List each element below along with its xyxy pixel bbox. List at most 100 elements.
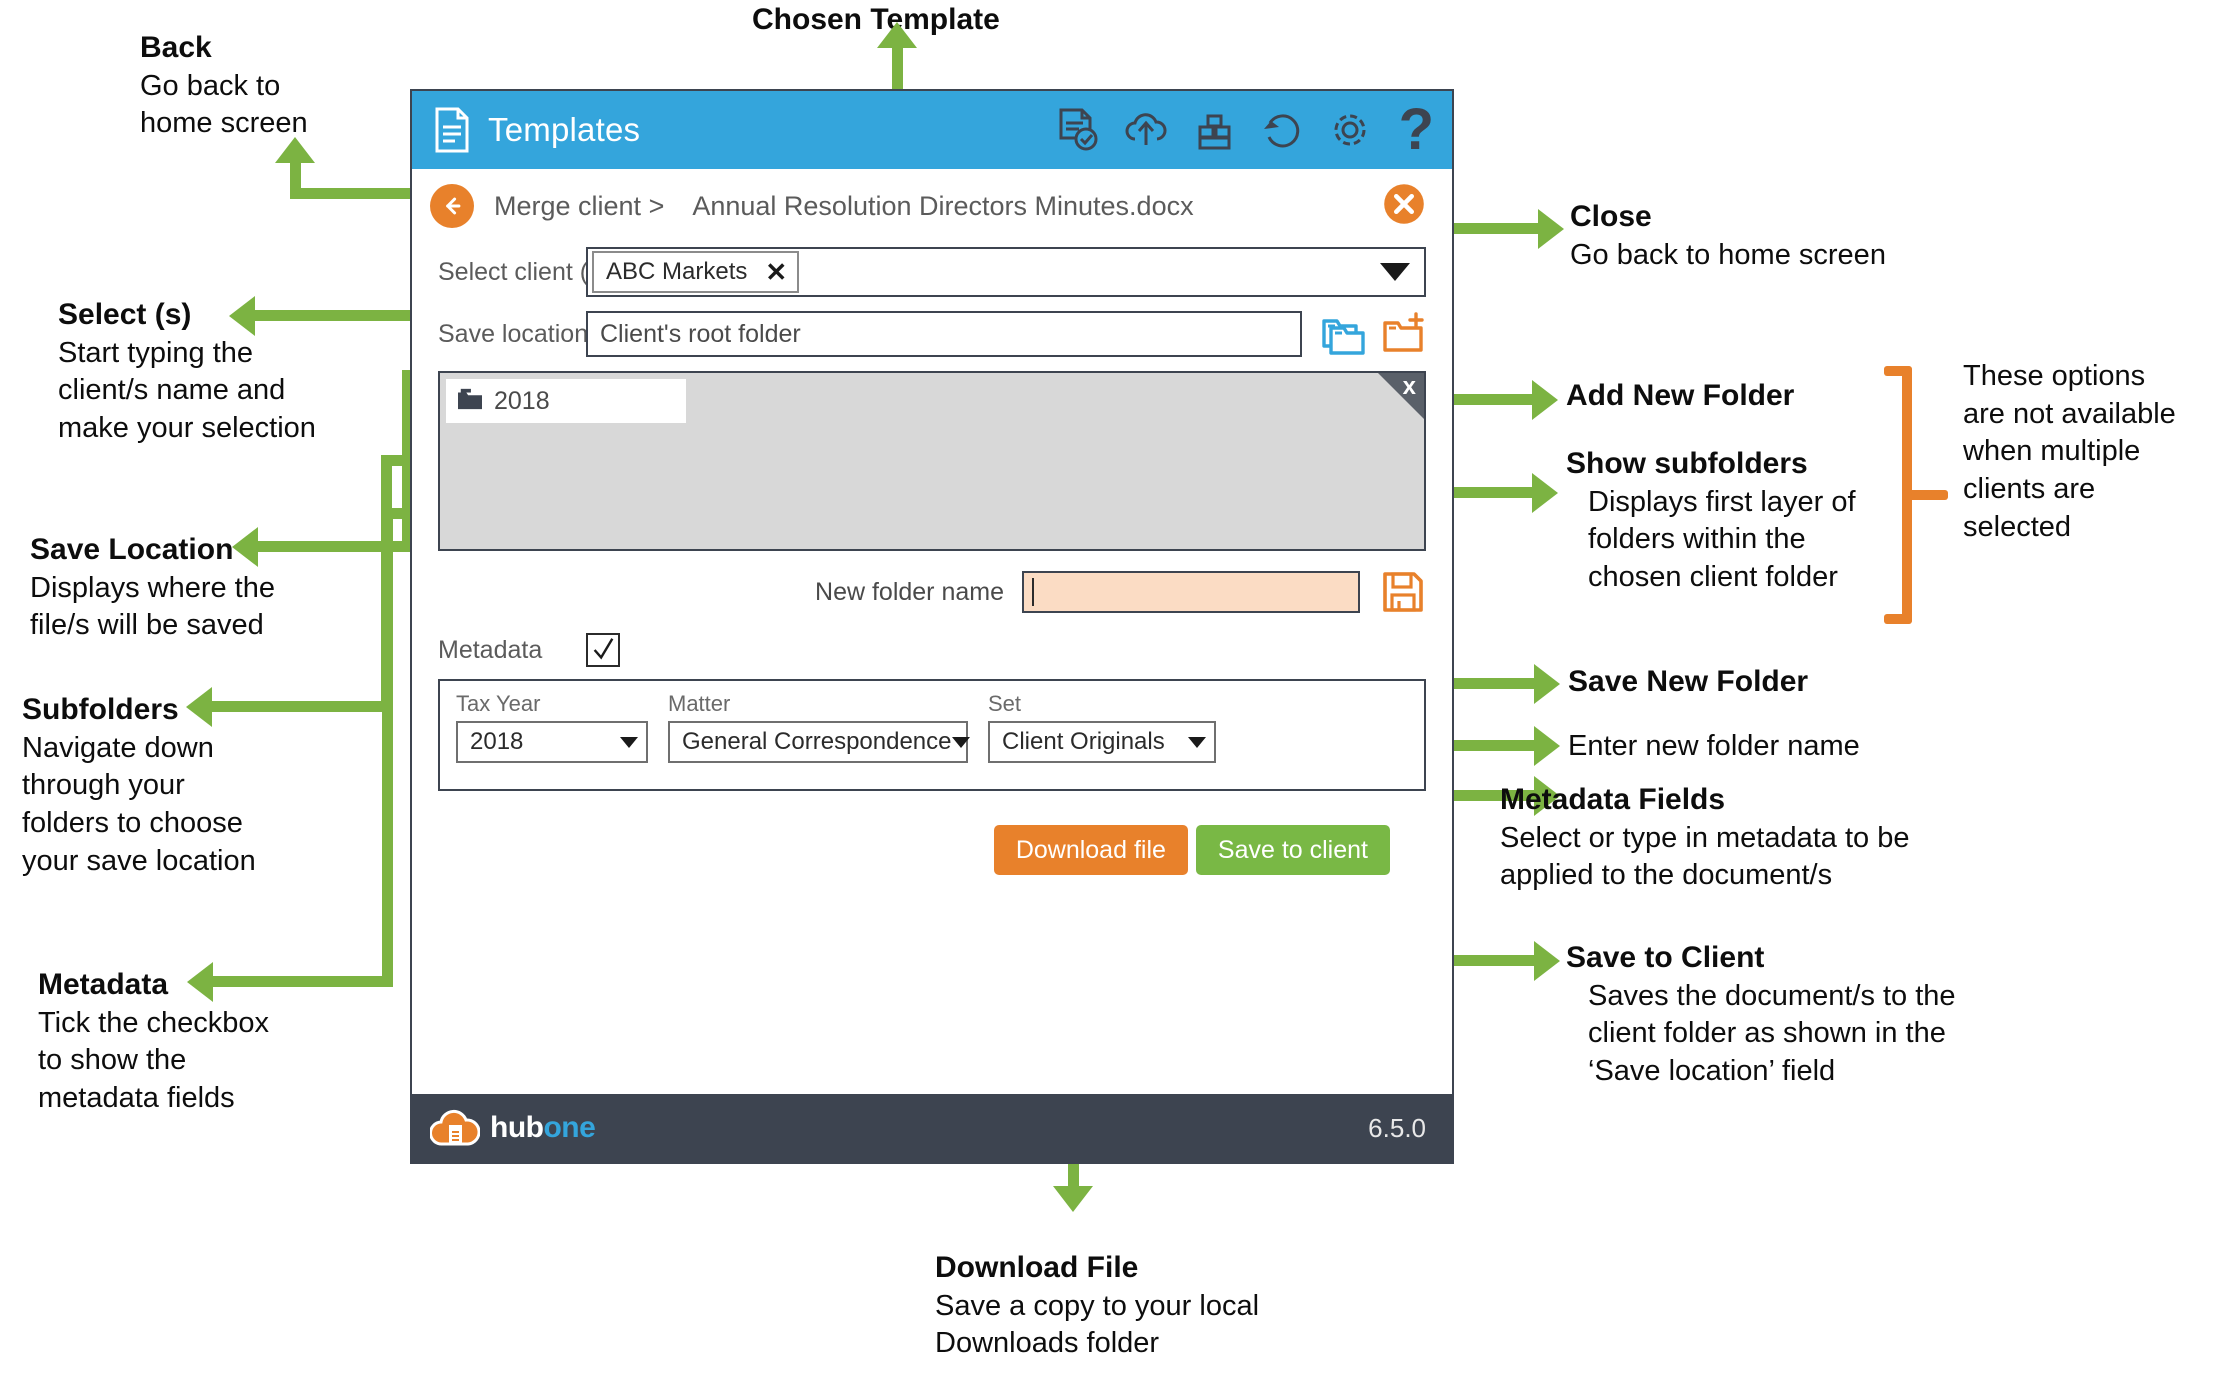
breadcrumb-parent[interactable]: Merge client > xyxy=(494,191,664,222)
document-check-icon[interactable] xyxy=(1055,107,1101,153)
new-folder-row: New folder name xyxy=(438,569,1426,615)
annotation-back: Back Go back to home screen xyxy=(140,28,400,143)
chevron-down-icon[interactable] xyxy=(951,736,970,748)
floppy-save-icon[interactable] xyxy=(1380,569,1426,615)
refresh-icon[interactable] xyxy=(1259,107,1305,153)
arrow-head-enterfolder xyxy=(1534,726,1560,766)
annotation-metadata-fields: Metadata Fields Select or type in metada… xyxy=(1500,780,2020,895)
close-icon[interactable]: ✕ xyxy=(765,257,787,288)
back-arrow-icon[interactable] xyxy=(430,184,474,228)
field-label: Set xyxy=(988,691,1022,716)
arrow-shaft-back-v xyxy=(290,160,301,194)
subfolders-panel[interactable]: 2018 x xyxy=(438,371,1426,551)
cloud-upload-icon[interactable] xyxy=(1123,107,1169,153)
folders-icon[interactable] xyxy=(1320,311,1366,357)
annotation-title: Close xyxy=(1570,200,1652,233)
help-icon[interactable]: ? xyxy=(1399,101,1434,159)
arrow-head-chosen-template xyxy=(877,22,917,48)
app-toolbar: ? xyxy=(1055,101,1434,159)
annotation-save-new-folder: Save New Folder xyxy=(1568,662,1808,702)
list-item[interactable]: 2018 xyxy=(446,379,686,423)
save-location-row: Save location Client's root folder xyxy=(438,311,1426,357)
arrow-head-addfolder xyxy=(1532,380,1558,420)
metadata-row: Metadata xyxy=(438,633,1426,667)
annotation-chosen-template: Chosen Template xyxy=(752,0,1000,40)
add-folder-icon[interactable] xyxy=(1380,311,1426,357)
annotation-add-new-folder: Add New Folder xyxy=(1566,376,1794,416)
annotation-body: Tick the checkbox to show the metadata f… xyxy=(38,1006,270,1114)
gear-icon[interactable] xyxy=(1327,107,1373,153)
annotation-body: Go back to home screen xyxy=(1570,238,1886,271)
arrow-shaft-select xyxy=(255,310,412,321)
arrow-shaft-subfolders-h1 xyxy=(212,701,392,712)
field-value: Client Originals xyxy=(1002,728,1165,755)
arrow-head-downloadfile xyxy=(1053,1186,1093,1212)
annotation-title: Metadata Fields xyxy=(1500,783,1726,816)
matter-select[interactable]: General Correspondence xyxy=(668,721,970,763)
app-title: Templates xyxy=(488,111,641,148)
arrow-head-close xyxy=(1538,209,1564,249)
annotation-title: Add New Folder xyxy=(1566,379,1795,412)
app-footer: hubone 6.5.0 xyxy=(412,1094,1452,1162)
brand-hub: hub xyxy=(490,1111,544,1144)
arrow-head-select xyxy=(229,296,255,336)
chevron-down-icon[interactable] xyxy=(1380,263,1410,281)
tax-year-select[interactable]: 2018 xyxy=(456,721,648,763)
folder-name: 2018 xyxy=(494,386,550,415)
field-value: General Correspondence xyxy=(682,728,952,755)
close-icon[interactable]: x xyxy=(1403,375,1416,399)
document-icon xyxy=(434,107,470,153)
text-caret xyxy=(1032,578,1034,606)
annotation-body: Navigate down through your folders to ch… xyxy=(22,731,256,877)
annotation-body: Go back to home screen xyxy=(140,69,308,140)
annotation-body: These options are not available when mul… xyxy=(1963,360,2176,543)
field-value: 2018 xyxy=(470,728,524,755)
metadata-field-matter: Matter General Correspondence xyxy=(668,691,970,763)
metadata-field-tax-year: Tax Year 2018 xyxy=(456,691,648,763)
close-button[interactable] xyxy=(1382,182,1426,231)
new-folder-input[interactable] xyxy=(1022,571,1360,613)
annotation-title: Back xyxy=(140,31,212,64)
annotation-body: Displays where the file/s will be saved xyxy=(30,571,275,642)
download-file-button[interactable]: Download file xyxy=(993,825,1188,875)
arrow-shaft-back-h xyxy=(290,188,410,199)
annotation-title: Download File xyxy=(935,1251,1139,1284)
client-chip[interactable]: ABC Markets ✕ xyxy=(592,251,800,293)
app-titlebar: Templates ? xyxy=(412,91,1452,169)
bracket-middle xyxy=(1902,490,1948,500)
blocks-icon[interactable] xyxy=(1191,107,1237,153)
metadata-fields-box: Tax Year 2018 Matter General Corresponde… xyxy=(438,679,1426,791)
metadata-checkbox[interactable] xyxy=(586,633,620,667)
breadcrumb-file: Annual Resolution Directors Minutes.docx xyxy=(692,190,1194,221)
arrow-shaft-metadata-v xyxy=(382,508,393,987)
hubone-cloud-logo xyxy=(429,1106,481,1150)
arrow-head-metadata xyxy=(187,962,213,1002)
brand-one: one xyxy=(543,1111,596,1144)
form-body: Select client (s) ABC Markets ✕ Save loc… xyxy=(412,243,1452,1094)
field-label: Matter xyxy=(668,691,731,716)
bracket-top xyxy=(1884,366,1912,376)
annotation-title: Save New Folder xyxy=(1568,665,1809,698)
field-label: Tax Year xyxy=(456,691,541,716)
orange-bracket xyxy=(1876,366,1948,624)
select-client-row: Select client (s) ABC Markets ✕ xyxy=(438,247,1426,297)
select-client-input[interactable]: ABC Markets ✕ xyxy=(586,247,1426,297)
annotation-enter-folder-name: Enter new folder name xyxy=(1568,728,1860,766)
annotation-title: Save to Client xyxy=(1566,941,1765,974)
save-to-client-button[interactable]: Save to client xyxy=(1195,825,1390,875)
set-select[interactable]: Client Originals xyxy=(988,721,1216,763)
arrow-head-back xyxy=(275,137,315,163)
save-location-input[interactable]: Client's root folder xyxy=(586,311,1302,357)
annotation-title: Chosen Template xyxy=(752,3,1000,36)
annotation-multi-client-note: These options are not available when mul… xyxy=(1963,358,2230,546)
chevron-down-icon[interactable] xyxy=(620,736,638,748)
annotation-body: Enter new folder name xyxy=(1568,730,1860,762)
metadata-label: Metadata xyxy=(438,635,543,664)
annotation-close: Close Go back to home screen xyxy=(1570,197,2040,274)
arrow-head-showsub xyxy=(1532,473,1558,513)
annotation-download-file: Download File Save a copy to your local … xyxy=(935,1248,1395,1363)
annotation-body: Select or type in metadata to be applied… xyxy=(1500,821,1910,892)
panel-close-corner[interactable] xyxy=(1378,373,1424,419)
chevron-down-icon[interactable] xyxy=(1188,736,1206,748)
arrow-shaft-metadata-h1 xyxy=(213,976,393,987)
